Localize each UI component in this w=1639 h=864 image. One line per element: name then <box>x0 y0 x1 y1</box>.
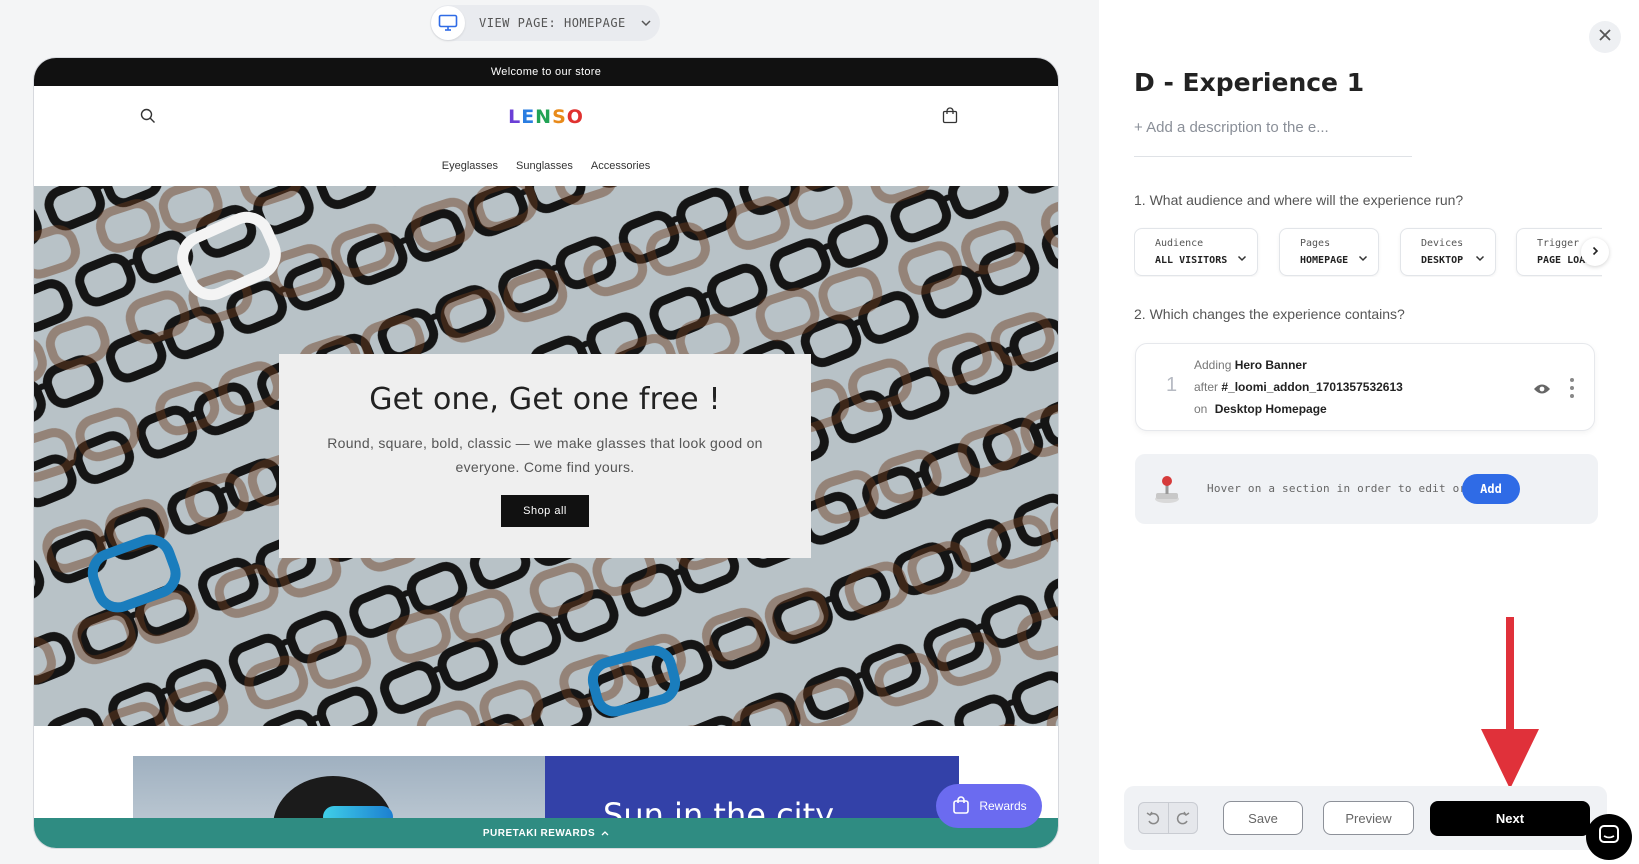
hero-text: Round, square, bold, classic — we make g… <box>327 435 763 475</box>
monitor-icon <box>431 6 465 40</box>
rewards-button[interactable]: Rewards <box>936 784 1042 828</box>
footer-action-bar: Save Preview Next <box>1124 786 1607 850</box>
undo-icon[interactable] <box>1139 803 1168 833</box>
preview-area: VIEW PAGE: HOMEPAGE Welcome to our store… <box>0 0 1099 864</box>
red-arrow-annotation <box>1481 617 1539 789</box>
question-changes: 2. Which changes the experience contains… <box>1134 306 1405 322</box>
experience-title[interactable]: D - Experience 1 <box>1134 68 1364 97</box>
rewards-bar[interactable]: PURETAKI REWARDS <box>34 818 1058 848</box>
nav-sunglasses[interactable]: Sunglasses <box>516 160 573 172</box>
targeting-chips: Audience ALL VISITORS Pages HOMEPAGE Dev… <box>1134 227 1602 277</box>
store-logo[interactable]: LENSO <box>34 106 1058 128</box>
change-component: Hero Banner <box>1234 358 1307 372</box>
store-header: LENSO <box>34 86 1058 158</box>
chat-icon <box>1598 824 1620 851</box>
chip-audience[interactable]: Audience ALL VISITORS <box>1134 228 1258 276</box>
change-card[interactable]: 1 Adding Hero Banner after #_loomi_addon… <box>1135 343 1595 431</box>
chat-launcher-button[interactable] <box>1586 814 1632 860</box>
shop-all-button[interactable]: Shop all <box>501 495 589 527</box>
announcement-bar: Welcome to our store <box>34 58 1058 86</box>
view-page-selector[interactable]: VIEW PAGE: HOMEPAGE <box>430 5 660 41</box>
chevron-down-icon <box>1237 247 1247 266</box>
store-preview-frame[interactable]: Welcome to our store LENSO Eyeglasses Su… <box>34 58 1058 848</box>
view-page-label: VIEW PAGE: HOMEPAGE <box>479 16 626 30</box>
next-button[interactable]: Next <box>1430 801 1590 836</box>
close-button[interactable] <box>1589 21 1621 53</box>
undo-redo-group <box>1138 802 1198 834</box>
store-nav: Eyeglasses Sunglasses Accessories <box>34 158 1058 186</box>
shopping-bag-icon <box>951 795 971 818</box>
chevron-right-icon <box>1592 243 1599 261</box>
save-button[interactable]: Save <box>1223 801 1303 835</box>
joystick-icon <box>1153 474 1181 509</box>
chevron-up-icon <box>601 828 609 839</box>
more-options-icon[interactable] <box>1569 377 1575 404</box>
change-anchor: #_loomi_addon_1701357532613 <box>1221 380 1403 394</box>
hero-title: Get one, Get one free ! <box>369 382 721 417</box>
description-input[interactable]: + Add a description to the e... <box>1134 119 1412 157</box>
chevron-down-icon <box>1358 247 1368 266</box>
preview-button[interactable]: Preview <box>1323 801 1414 835</box>
hero-content-box: Get one, Get one free ! Round, square, b… <box>279 354 811 558</box>
chevron-down-icon <box>640 19 652 27</box>
cart-icon[interactable] <box>942 107 958 129</box>
chevron-down-icon <box>1475 247 1485 266</box>
hero-banner[interactable]: Get one, Get one free ! Round, square, b… <box>34 186 1058 726</box>
nav-accessories[interactable]: Accessories <box>591 160 650 172</box>
chips-scroll-right-button[interactable] <box>1581 238 1609 266</box>
redo-icon[interactable] <box>1167 803 1198 833</box>
change-target: Desktop Homepage <box>1214 402 1327 416</box>
hover-message: Hover on a section in order to edit or <box>1207 482 1467 495</box>
close-icon <box>1598 28 1612 47</box>
eye-icon[interactable] <box>1533 382 1551 400</box>
change-index: 1 <box>1166 374 1178 396</box>
add-button[interactable]: Add <box>1462 474 1520 504</box>
chip-devices[interactable]: Devices DESKTOP <box>1400 228 1496 276</box>
chip-pages[interactable]: Pages HOMEPAGE <box>1279 228 1379 276</box>
nav-eyeglasses[interactable]: Eyeglasses <box>442 160 498 172</box>
question-audience: 1. What audience and where will the expe… <box>1134 192 1464 208</box>
add-section-bar: Hover on a section in order to edit or A… <box>1135 454 1598 524</box>
